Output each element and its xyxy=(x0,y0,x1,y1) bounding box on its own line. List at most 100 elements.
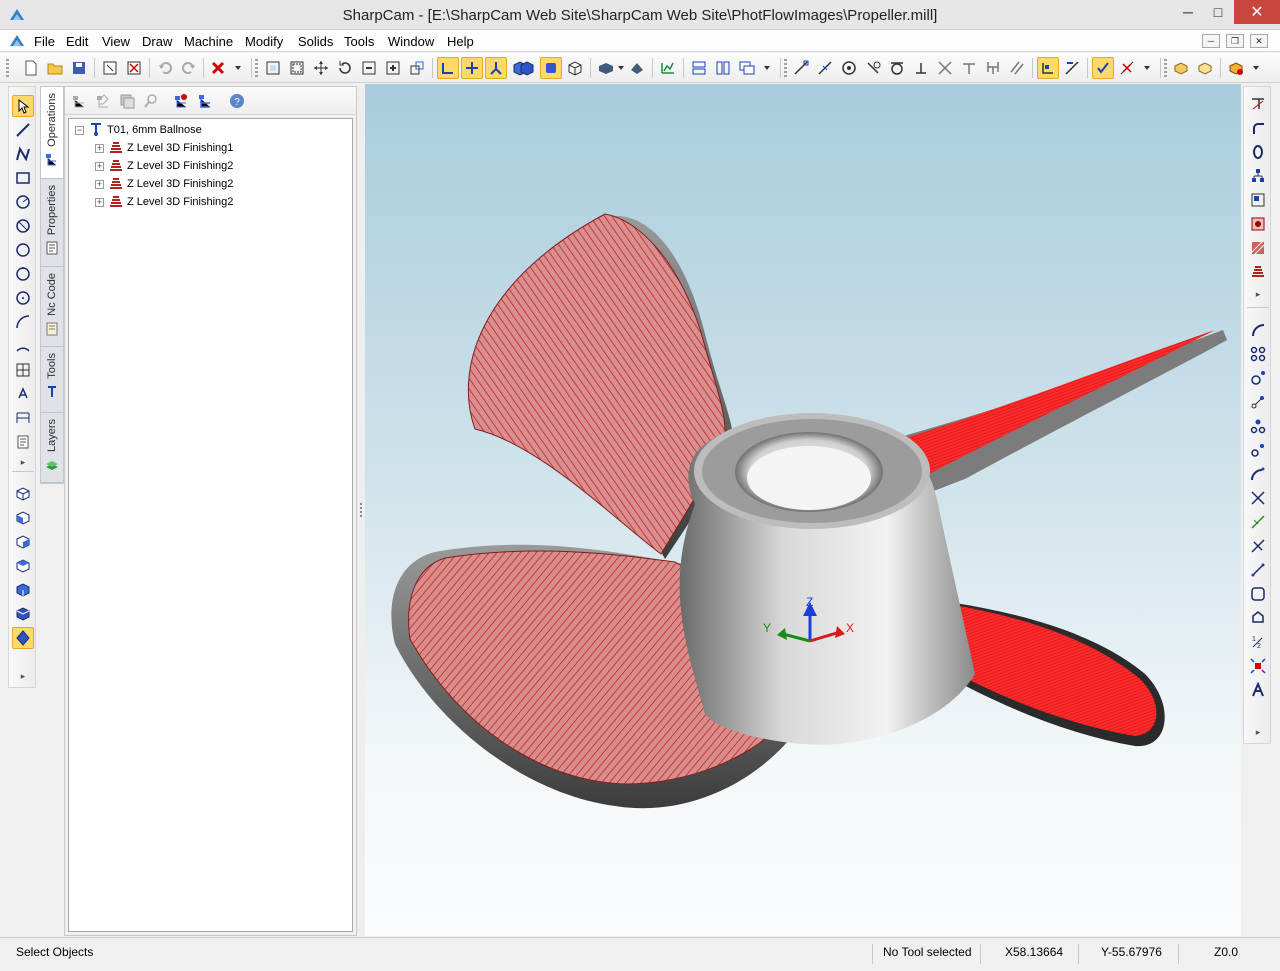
search-icon[interactable] xyxy=(141,91,161,111)
menu-edit[interactable]: Edit xyxy=(66,34,88,49)
circle-tangent-icon[interactable] xyxy=(12,287,34,309)
deselect-icon[interactable] xyxy=(123,57,145,79)
zoom-out-icon[interactable] xyxy=(358,57,380,79)
add-operation-icon[interactable] xyxy=(69,91,89,111)
view-top-icon[interactable] xyxy=(12,483,34,505)
new-file-icon[interactable] xyxy=(20,57,42,79)
expand-icon[interactable]: + xyxy=(95,143,104,153)
edit-operation-icon[interactable] xyxy=(93,91,113,111)
snap-corner-icon[interactable] xyxy=(1037,57,1059,79)
offset-icon[interactable] xyxy=(1247,141,1269,163)
fillet-icon[interactable] xyxy=(1247,117,1269,139)
pan-icon[interactable] xyxy=(310,57,332,79)
copy-operation-icon[interactable] xyxy=(117,91,137,111)
trim-icon[interactable] xyxy=(1247,93,1269,115)
snap-parallel-icon[interactable] xyxy=(1006,57,1028,79)
menu-modify[interactable]: Modify xyxy=(245,34,283,49)
view-isometric-icon[interactable] xyxy=(12,627,34,649)
cascade-windows-icon[interactable] xyxy=(736,57,758,79)
snap-dropdown-icon[interactable] xyxy=(1140,57,1154,79)
group-icon[interactable] xyxy=(1247,189,1269,211)
array-icon[interactable] xyxy=(1247,165,1269,187)
line-point-icon[interactable] xyxy=(1247,391,1269,413)
tile-horizontal-icon[interactable] xyxy=(688,57,710,79)
close-button[interactable]: ✕ xyxy=(1234,0,1280,24)
circle-two-point-icon[interactable] xyxy=(12,239,34,261)
circle-diameter-icon[interactable] xyxy=(12,215,34,237)
zoom-window-icon[interactable] xyxy=(286,57,308,79)
z-level-icon[interactable] xyxy=(1247,261,1269,283)
explode-icon[interactable] xyxy=(1247,655,1269,677)
point-text-icon[interactable] xyxy=(12,383,34,405)
view-front-icon[interactable] xyxy=(12,507,34,529)
tile-vertical-icon[interactable] xyxy=(712,57,734,79)
points-icon[interactable] xyxy=(1247,415,1269,437)
more-machining-icon[interactable]: ▸ xyxy=(1244,289,1272,300)
expand-icon[interactable]: + xyxy=(95,161,104,171)
solid-box-icon[interactable] xyxy=(1170,57,1192,79)
expand-icon[interactable]: + xyxy=(95,179,104,189)
undo-icon[interactable] xyxy=(154,57,176,79)
hatch-icon[interactable] xyxy=(12,359,34,381)
snap-enable-icon[interactable] xyxy=(1092,57,1114,79)
snap-grid-icon[interactable] xyxy=(982,57,1004,79)
shaded-view-icon[interactable] xyxy=(516,57,538,79)
pocket-icon[interactable] xyxy=(1247,237,1269,259)
zoom-previous-icon[interactable] xyxy=(406,57,428,79)
snap-nearest-icon[interactable] xyxy=(958,57,980,79)
menu-draw[interactable]: Draw xyxy=(142,34,172,49)
snap-center-icon[interactable] xyxy=(838,57,860,79)
solid-extrude-icon[interactable] xyxy=(1194,57,1216,79)
view-xy-plane-icon[interactable] xyxy=(437,57,459,79)
polygon-icon[interactable] xyxy=(1247,607,1269,629)
snap-perpendicular-icon[interactable] xyxy=(910,57,932,79)
mdi-close-button[interactable]: ✕ xyxy=(1250,34,1268,48)
snap-tangent-icon[interactable] xyxy=(886,57,908,79)
more-drawing-icon[interactable]: ▸ xyxy=(1244,727,1272,738)
solid-dropdown-icon[interactable] xyxy=(1249,57,1263,79)
target-icon[interactable] xyxy=(1247,213,1269,235)
snap-midpoint-icon[interactable] xyxy=(814,57,836,79)
select-window-icon[interactable] xyxy=(99,57,121,79)
tab-tools[interactable]: Tools xyxy=(41,347,63,413)
shaded-solid-icon[interactable] xyxy=(540,57,562,79)
open-folder-icon[interactable] xyxy=(44,57,66,79)
snap-ortho-icon[interactable] xyxy=(1061,57,1083,79)
bisector-icon[interactable] xyxy=(1247,559,1269,581)
wireframe-icon[interactable] xyxy=(564,57,586,79)
rectangle-icon[interactable] xyxy=(12,167,34,189)
circle-point-icon[interactable] xyxy=(1247,367,1269,389)
cross-lines-icon[interactable] xyxy=(1247,487,1269,509)
tangent-line-icon[interactable] xyxy=(1247,511,1269,533)
view-right-icon[interactable] xyxy=(12,531,34,553)
tree-operation-item[interactable]: + Z Level 3D Finishing2 xyxy=(95,157,233,175)
delete-dropdown-icon[interactable] xyxy=(231,57,245,79)
tree-operation-item[interactable]: + Z Level 3D Finishing2 xyxy=(95,193,233,211)
arc-three-point-icon[interactable] xyxy=(12,335,34,357)
zoom-extents-icon[interactable] xyxy=(262,57,284,79)
view-bottom-icon[interactable] xyxy=(12,603,34,625)
tab-properties[interactable]: Properties xyxy=(41,179,63,267)
rotate-view-icon[interactable] xyxy=(334,57,356,79)
snap-endpoint-icon[interactable] xyxy=(790,57,812,79)
operation-tree-icon[interactable] xyxy=(195,91,215,111)
more-views-icon[interactable]: ▸ xyxy=(9,671,37,682)
view-left-icon[interactable] xyxy=(12,555,34,577)
snap-quadrant-icon[interactable] xyxy=(862,57,884,79)
arc-tool-icon[interactable] xyxy=(1247,319,1269,341)
number-sequence-icon[interactable]: 12 xyxy=(1247,631,1269,653)
line-icon[interactable] xyxy=(12,119,34,141)
delete-icon[interactable] xyxy=(207,57,229,79)
tree-operation-item[interactable]: + Z Level 3D Finishing1 xyxy=(95,139,233,157)
propeller-model[interactable]: Z X Y xyxy=(365,84,1241,936)
save-icon[interactable] xyxy=(68,57,90,79)
select-arrow-icon[interactable] xyxy=(12,95,34,117)
help-icon[interactable]: ? xyxy=(227,91,247,111)
toolbar-grip[interactable] xyxy=(6,59,9,77)
menu-tools[interactable]: Tools xyxy=(344,34,374,49)
snap-intersection-icon[interactable] xyxy=(934,57,956,79)
menu-window[interactable]: Window xyxy=(388,34,434,49)
collapse-icon[interactable]: − xyxy=(75,125,84,135)
3d-viewport[interactable]: Z X Y xyxy=(365,84,1241,936)
tab-layers[interactable]: Layers xyxy=(41,413,63,483)
